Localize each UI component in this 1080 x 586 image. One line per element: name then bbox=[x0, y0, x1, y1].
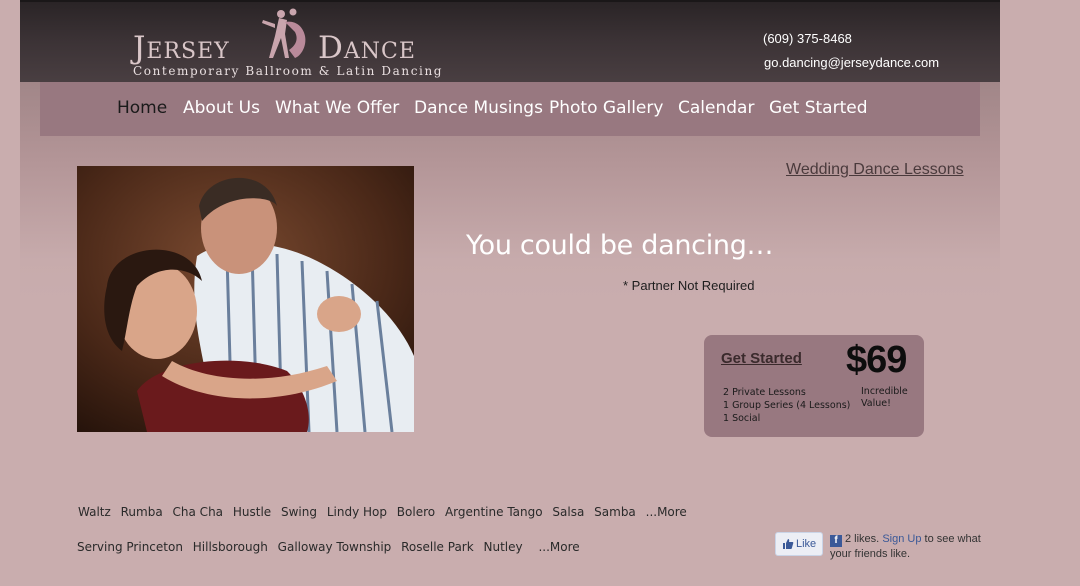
logo-word-left: Jersey bbox=[133, 30, 230, 66]
promo-value-note: Incredible Value! bbox=[861, 386, 908, 409]
wedding-lessons-link[interactable]: Wedding Dance Lessons bbox=[786, 161, 964, 179]
dancers-silhouette-icon bbox=[262, 8, 306, 58]
nav-home[interactable]: Home bbox=[117, 98, 167, 118]
email-address[interactable]: go.dancing@jerseydance.com bbox=[764, 55, 939, 70]
dance-link-bolero[interactable]: Bolero bbox=[397, 505, 435, 519]
phone-number: (609) 375-8468 bbox=[763, 31, 852, 46]
area-link-galloway-township[interactable]: Galloway Township bbox=[278, 540, 392, 554]
promo-price: $69 bbox=[846, 339, 907, 381]
facebook-signup-link[interactable]: Sign Up bbox=[882, 533, 921, 545]
area-link-nutley[interactable]: Nutley bbox=[484, 540, 523, 554]
dance-link-waltz[interactable]: Waltz bbox=[78, 505, 111, 519]
dance-link-swing[interactable]: Swing bbox=[281, 505, 317, 519]
site-logo[interactable]: Jersey Dance Contemporary Ballroom & Lat… bbox=[133, 8, 453, 82]
dancing-couple-image bbox=[77, 166, 414, 432]
area-link-roselle-park[interactable]: Roselle Park bbox=[401, 540, 474, 554]
nav-about-us[interactable]: About Us bbox=[183, 98, 260, 118]
logo-word-right: Dance bbox=[318, 30, 416, 66]
promo-line: 1 Group Series (4 Lessons) bbox=[723, 400, 851, 411]
main-nav: Home About Us What We Offer Dance Musing… bbox=[40, 82, 980, 136]
site-header: Jersey Dance Contemporary Ballroom & Lat… bbox=[20, 0, 1000, 82]
area-link-hillsborough[interactable]: Hillsborough bbox=[193, 540, 268, 554]
dancing-couple-photo bbox=[77, 166, 414, 432]
dance-link-samba[interactable]: Samba bbox=[594, 505, 636, 519]
nav-what-we-offer[interactable]: What We Offer bbox=[275, 98, 399, 118]
logo-tagline: Contemporary Ballroom & Latin Dancing bbox=[133, 64, 444, 78]
promo-line: 1 Social bbox=[723, 413, 761, 424]
facebook-likes-text: f2 likes. Sign Up to see what your frien… bbox=[830, 532, 1000, 561]
dance-link-rumba[interactable]: Rumba bbox=[121, 505, 163, 519]
facebook-icon: f bbox=[830, 535, 842, 547]
promo-box: Get Started $69 2 Private Lessons 1 Grou… bbox=[704, 335, 924, 437]
service-areas-list: Serving Princeton Hillsborough Galloway … bbox=[77, 540, 586, 554]
area-more-link[interactable]: ...More bbox=[538, 540, 579, 554]
dance-styles-list: Waltz Rumba Cha Cha Hustle Swing Lindy H… bbox=[78, 505, 693, 519]
dance-link-hustle[interactable]: Hustle bbox=[233, 505, 271, 519]
nav-calendar[interactable]: Calendar bbox=[678, 98, 754, 118]
like-label: Like bbox=[796, 538, 817, 550]
partner-note: * Partner Not Required bbox=[623, 278, 755, 293]
nav-dance-musings[interactable]: Dance Musings bbox=[414, 98, 543, 118]
dance-link-lindy-hop[interactable]: Lindy Hop bbox=[327, 505, 387, 519]
area-link-princeton[interactable]: Serving Princeton bbox=[77, 540, 183, 554]
dance-more-link[interactable]: ...More bbox=[646, 505, 687, 519]
nav-photo-gallery[interactable]: Photo Gallery bbox=[549, 98, 663, 118]
likes-count: 2 likes. bbox=[845, 533, 880, 545]
dance-link-cha-cha[interactable]: Cha Cha bbox=[173, 505, 224, 519]
promo-details: 2 Private Lessons 1 Group Series (4 Less… bbox=[723, 386, 850, 425]
facebook-like-button[interactable]: Like bbox=[775, 532, 823, 556]
promo-get-started-link[interactable]: Get Started bbox=[721, 350, 802, 367]
dance-link-argentine-tango[interactable]: Argentine Tango bbox=[445, 505, 543, 519]
thumbs-up-icon bbox=[783, 539, 794, 549]
promo-line: 2 Private Lessons bbox=[723, 387, 806, 398]
hero-headline: You could be dancing… bbox=[466, 230, 774, 261]
nav-get-started[interactable]: Get Started bbox=[769, 98, 867, 118]
dance-link-salsa[interactable]: Salsa bbox=[552, 505, 584, 519]
